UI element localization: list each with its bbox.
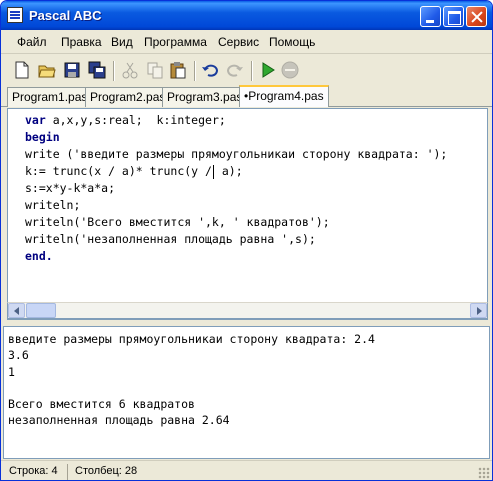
keyword: end. — [25, 249, 53, 263]
code-editor[interactable]: var a,x,y,s:real; k:integer; begin write… — [7, 108, 488, 320]
code-text: s:=x*y-k*a*a; — [25, 181, 116, 195]
status-column: Столбец: 28 — [75, 465, 138, 477]
copy-icon[interactable] — [146, 61, 164, 79]
code-line: end. — [25, 248, 447, 265]
scroll-left-icon[interactable] — [8, 303, 25, 318]
toolbar-separator — [194, 61, 195, 81]
resize-grip-icon[interactable] — [478, 467, 490, 479]
status-bar: Строка: 4 Столбец: 28 — [1, 460, 492, 480]
code-text: k:= trunc(x / a)* trunc(y / — [25, 164, 212, 178]
paste-icon[interactable] — [169, 61, 187, 79]
undo-icon[interactable] — [201, 61, 219, 79]
menu-file[interactable]: Файл — [17, 35, 47, 49]
run-icon[interactable] — [259, 61, 277, 79]
code-text: write ('введите размеры прямоугольникаи … — [25, 147, 448, 161]
code-text: writeln('Всего вместится ',k, ' квадрато… — [25, 215, 330, 229]
open-folder-icon[interactable] — [38, 61, 56, 79]
file-tabs: Program1.pas Program2.pas Program3.pas •… — [1, 85, 492, 107]
code-line: k:= trunc(x / a)* trunc(y / a); — [25, 163, 447, 180]
code-lines: var a,x,y,s:real; k:integer; begin write… — [25, 112, 447, 265]
code-text: writeln('незаполненная площадь равна ',s… — [25, 232, 316, 246]
code-line: writeln('Всего вместится ',k, ' квадрато… — [25, 214, 447, 231]
menu-bar: Файл Правка Вид Программа Сервис Помощь — [1, 30, 492, 54]
code-line: begin — [25, 129, 447, 146]
app-icon[interactable] — [7, 7, 23, 23]
code-line: write ('введите размеры прямоугольникаи … — [25, 146, 447, 163]
scroll-right-icon[interactable] — [470, 303, 487, 318]
cut-icon[interactable] — [121, 61, 139, 79]
close-button[interactable] — [466, 6, 487, 27]
toolbar-separator — [113, 61, 114, 81]
output-line: Всего вместится 6 квадратов — [8, 397, 195, 412]
tab-program2[interactable]: Program2.pas — [85, 87, 171, 107]
output-text: введите размеры прямоугольникаи сторону … — [8, 331, 375, 429]
tab-program3[interactable]: Program3.pas — [162, 87, 248, 107]
output-line: 1 — [8, 364, 15, 379]
maximize-button[interactable] — [443, 6, 464, 27]
code-text: a,x,y,s:real; k:integer; — [45, 113, 226, 127]
title-bar[interactable]: Pascal ABC — [1, 1, 492, 30]
minimize-button[interactable] — [420, 6, 441, 27]
text-cursor — [212, 164, 214, 179]
keyword: begin — [25, 130, 60, 144]
code-text: a); — [214, 164, 243, 178]
code-line: s:=x*y-k*a*a; — [25, 180, 447, 197]
tab-program1[interactable]: Program1.pas — [7, 87, 93, 107]
toolbar-separator — [251, 61, 252, 81]
horizontal-scrollbar[interactable] — [7, 302, 488, 319]
tab-program4[interactable]: •Program4.pas — [239, 85, 329, 107]
output-line: введите размеры прямоугольникаи сторону … — [8, 332, 375, 346]
code-line: var a,x,y,s:real; k:integer; — [25, 112, 447, 129]
new-file-icon[interactable] — [13, 61, 31, 79]
status-line: Строка: 4 — [9, 465, 58, 477]
menu-program[interactable]: Программа — [144, 35, 207, 49]
output-line: незаполненная площадь равна 2.64 — [8, 413, 230, 428]
save-all-icon[interactable] — [88, 61, 106, 79]
output-line: 3.6 — [8, 348, 29, 363]
code-text: writeln; — [25, 198, 81, 212]
menu-view[interactable]: Вид — [111, 35, 133, 49]
menu-edit[interactable]: Правка — [61, 35, 102, 49]
output-pane[interactable]: введите размеры прямоугольникаи сторону … — [3, 326, 490, 459]
status-divider — [67, 464, 68, 480]
code-line: writeln; — [25, 197, 447, 214]
toolbar — [1, 55, 492, 85]
code-line: writeln('незаполненная площадь равна ',s… — [25, 231, 447, 248]
menu-help[interactable]: Помощь — [269, 35, 315, 49]
scrollbar-thumb[interactable] — [26, 303, 56, 318]
window-title: Pascal ABC — [29, 8, 102, 23]
stop-icon[interactable] — [281, 61, 299, 79]
menu-service[interactable]: Сервис — [218, 35, 259, 49]
keyword: var — [25, 113, 46, 127]
app-window: Pascal ABC Файл Правка Вид Программа Сер… — [0, 0, 493, 481]
redo-icon[interactable] — [226, 61, 244, 79]
save-icon[interactable] — [63, 61, 81, 79]
